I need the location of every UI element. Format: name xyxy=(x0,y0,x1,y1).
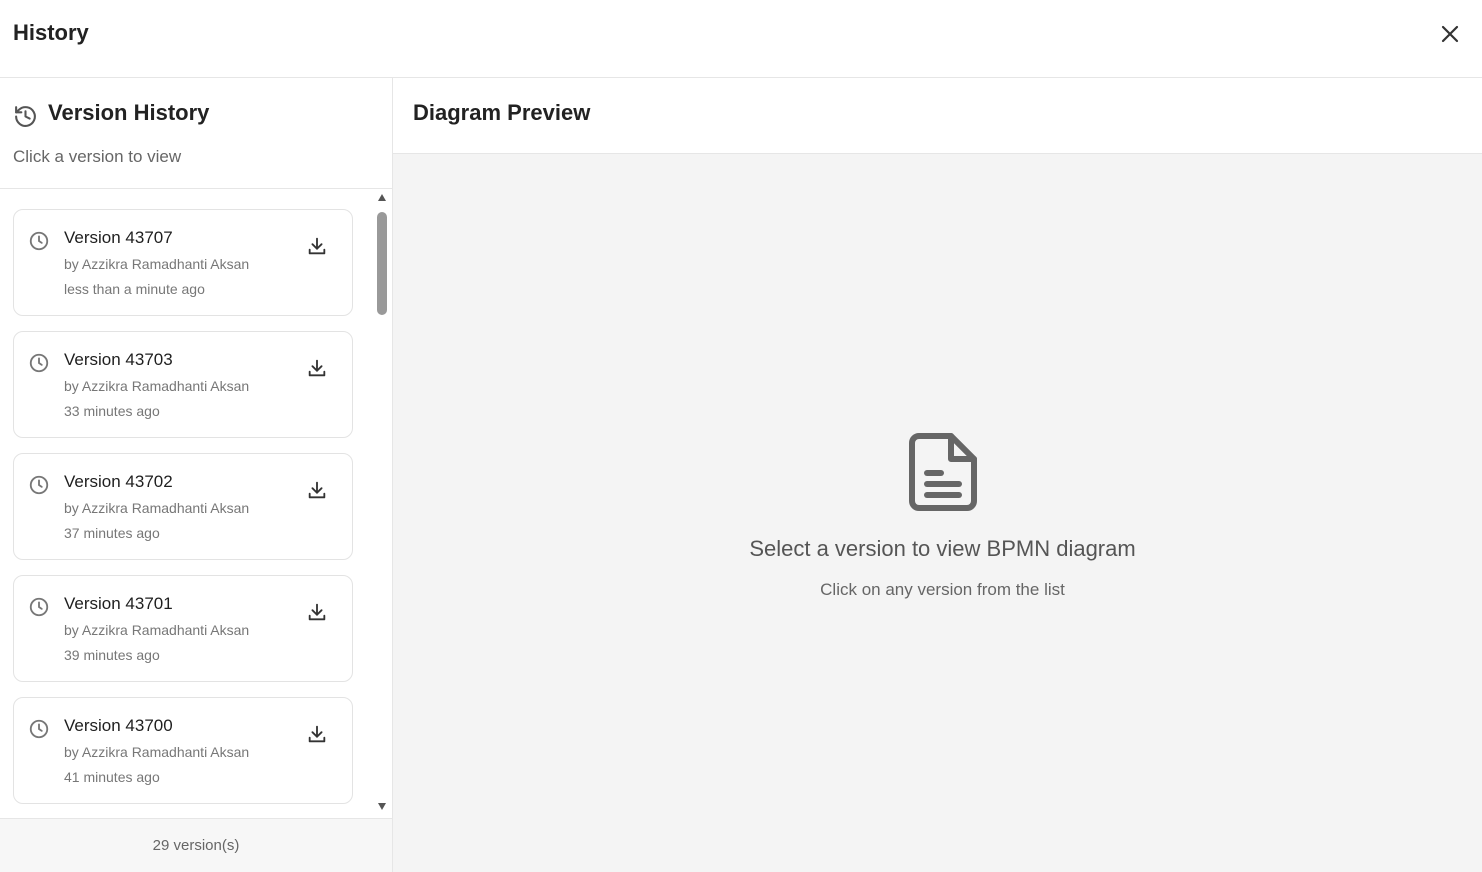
version-list[interactable]: Version 43707 by Azzikra Ramadhanti Aksa… xyxy=(0,190,392,818)
clock-icon xyxy=(29,719,49,739)
download-button[interactable] xyxy=(305,722,329,746)
close-icon xyxy=(1441,25,1459,43)
version-title: Version 43707 xyxy=(64,228,173,247)
version-author: by Azzikra Ramadhanti Aksan xyxy=(64,256,250,272)
version-time: 39 minutes ago xyxy=(64,647,160,663)
preview-header: Diagram Preview xyxy=(393,78,1482,154)
version-title: Version 43702 xyxy=(64,472,173,491)
version-author: by Azzikra Ramadhanti Aksan xyxy=(64,378,250,394)
version-author: by Azzikra Ramadhanti Aksan xyxy=(64,622,250,638)
version-time: less than a minute ago xyxy=(64,281,205,297)
scroll-thumb[interactable] xyxy=(377,212,387,315)
sidebar-footer: 29 version(s) xyxy=(0,818,392,872)
version-time: 41 minutes ago xyxy=(64,769,160,785)
download-icon xyxy=(308,725,326,743)
sidebar-title: Version History xyxy=(48,100,210,125)
scroll-up-arrow-icon[interactable] xyxy=(378,194,386,201)
version-title: Version 43703 xyxy=(64,350,173,369)
empty-state-subtitle: Click on any version from the list xyxy=(820,580,1065,599)
version-card[interactable]: Version 43702 by Azzikra Ramadhanti Aksa… xyxy=(13,453,353,560)
download-button[interactable] xyxy=(305,600,329,624)
clock-icon xyxy=(29,597,49,617)
clock-icon xyxy=(29,231,49,251)
preview-title: Diagram Preview xyxy=(413,100,591,125)
sidebar-header: Version History Click a version to view xyxy=(0,78,392,189)
history-icon xyxy=(15,106,36,127)
empty-state-title: Select a version to view BPMN diagram xyxy=(749,536,1136,561)
download-icon xyxy=(308,603,326,621)
diagram-preview-panel: Diagram Preview Select a version to view… xyxy=(393,78,1482,872)
dialog-title: History xyxy=(13,20,89,45)
download-button[interactable] xyxy=(305,356,329,380)
download-button[interactable] xyxy=(305,234,329,258)
version-list-scrollbar[interactable] xyxy=(374,192,390,818)
download-icon xyxy=(308,237,326,255)
version-time: 33 minutes ago xyxy=(64,403,160,419)
version-card[interactable]: Version 43703 by Azzikra Ramadhanti Aksa… xyxy=(13,331,353,438)
scroll-down-arrow-icon[interactable] xyxy=(378,803,386,810)
clock-icon xyxy=(29,475,49,495)
version-time: 37 minutes ago xyxy=(64,525,160,541)
version-card[interactable]: Version 43700 by Azzikra Ramadhanti Aksa… xyxy=(13,697,353,804)
version-count: 29 version(s) xyxy=(152,837,240,854)
download-icon xyxy=(308,481,326,499)
download-button[interactable] xyxy=(305,478,329,502)
sidebar-subtitle: Click a version to view xyxy=(13,147,182,166)
version-card[interactable]: Version 43701 by Azzikra Ramadhanti Aksa… xyxy=(13,575,353,682)
version-author: by Azzikra Ramadhanti Aksan xyxy=(64,744,250,760)
version-sidebar: Version History Click a version to view … xyxy=(0,78,393,872)
clock-icon xyxy=(29,353,49,373)
version-card[interactable]: Version 43707 by Azzikra Ramadhanti Aksa… xyxy=(13,209,353,316)
version-title: Version 43700 xyxy=(64,716,173,735)
dialog-header: History xyxy=(0,0,1482,78)
download-icon xyxy=(308,359,326,377)
version-author: by Azzikra Ramadhanti Aksan xyxy=(64,500,250,516)
document-icon xyxy=(909,433,977,511)
version-title: Version 43701 xyxy=(64,594,173,613)
close-button[interactable] xyxy=(1436,20,1464,48)
